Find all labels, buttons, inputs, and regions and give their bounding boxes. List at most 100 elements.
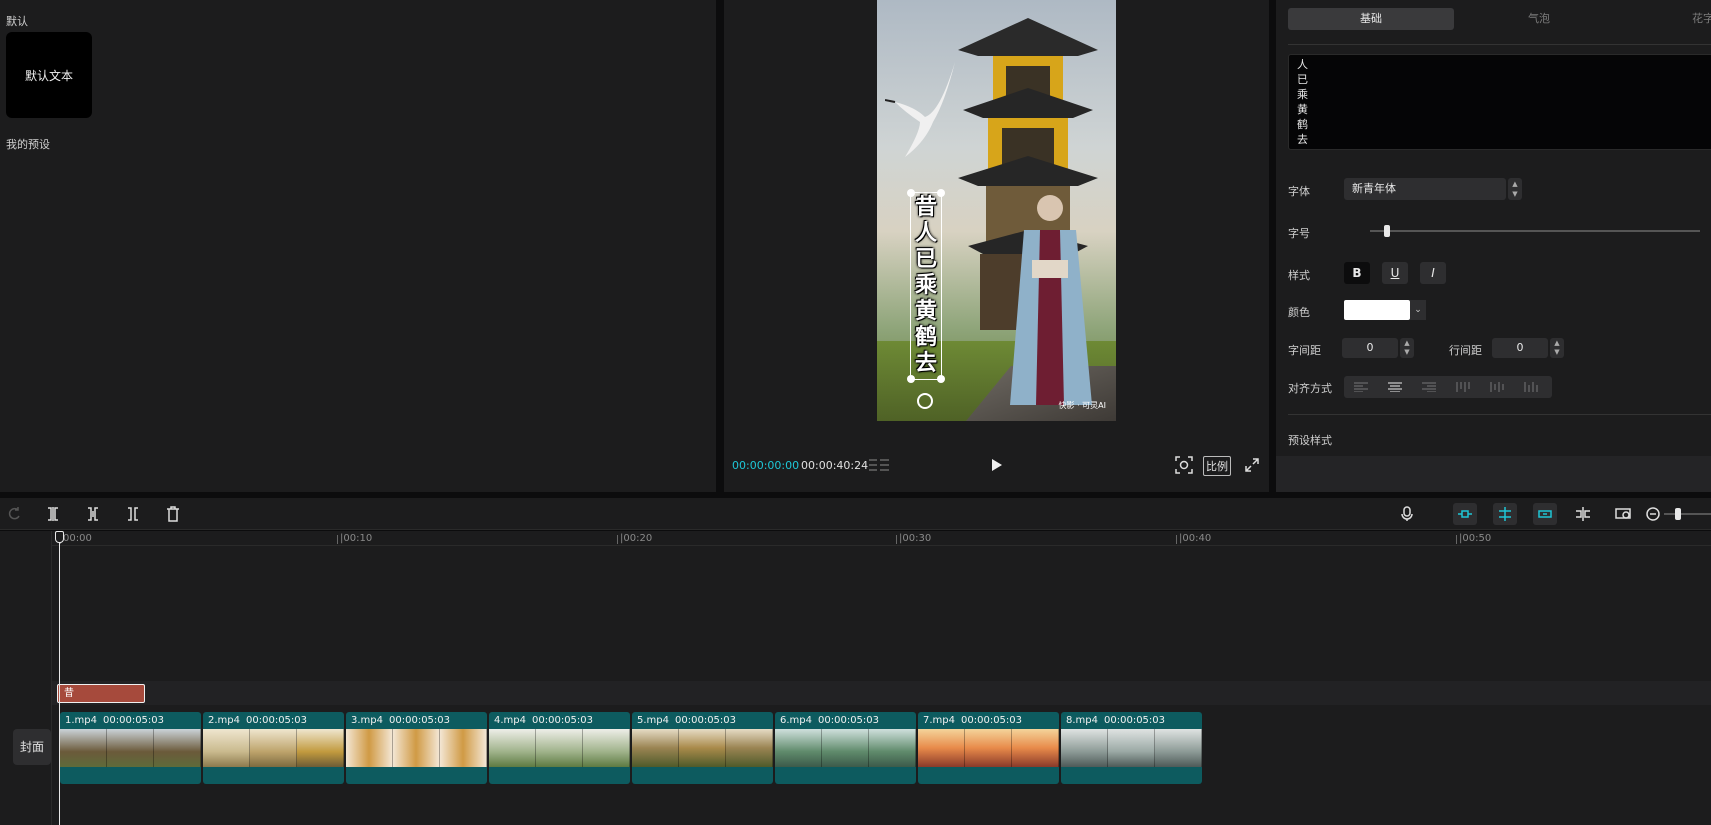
preset-style-label[interactable]: 预设样式	[1288, 432, 1332, 448]
magnet-toggle[interactable]	[1453, 503, 1477, 525]
player-panel: 昔人已乘黄鹤去 快影 · 可灵AI 00:00:00:00 00:00:40:2…	[724, 0, 1269, 492]
video-clip[interactable]: 1.mp4 00:00:05:03	[60, 712, 201, 784]
italic-button[interactable]: I	[1420, 262, 1446, 284]
preset-default-text-card[interactable]: 默认文本	[6, 32, 92, 118]
subtitle-text: 昔人已乘黄鹤去	[914, 195, 937, 376]
clip-name: 7.mp4	[923, 715, 955, 726]
vertical-align-bottom-icon[interactable]	[1524, 382, 1538, 392]
list-icon[interactable]	[869, 458, 889, 472]
text-content-input[interactable]: 人已乘黄鹤去	[1288, 54, 1711, 150]
text-content-value: 人已乘黄鹤去	[1297, 58, 1308, 146]
vertical-align-middle-icon[interactable]	[1490, 382, 1504, 392]
align-center-icon[interactable]	[1388, 382, 1402, 392]
align-options	[1344, 376, 1552, 398]
ruler-tick: 00:00	[60, 533, 92, 544]
color-swatch[interactable]	[1344, 300, 1410, 320]
size-slider-track[interactable]	[1370, 230, 1700, 232]
video-clip[interactable]: 8.mp4 00:00:05:03	[1061, 712, 1202, 784]
chevron-down-icon[interactable]: ⌄	[1410, 300, 1426, 320]
tab-bubble[interactable]: 气泡	[1456, 8, 1622, 30]
letter-spacing-label: 字间距	[1288, 344, 1321, 357]
resize-handle[interactable]	[937, 189, 945, 197]
color-label: 颜色	[1288, 306, 1310, 319]
zoom-out-icon[interactable]	[1645, 506, 1661, 522]
divider	[1288, 44, 1711, 45]
rotate-icon[interactable]	[917, 393, 933, 409]
ruler-tick: |00:20	[617, 533, 652, 544]
clip-thumbnails	[60, 729, 201, 767]
cover-button[interactable]: 封面	[13, 729, 51, 765]
preview-axis-icon[interactable]	[1615, 506, 1631, 522]
size-slider-thumb[interactable]	[1383, 225, 1390, 237]
ratio-button[interactable]: 比例	[1203, 456, 1231, 476]
redo-icon[interactable]	[6, 506, 22, 522]
video-clip[interactable]: 6.mp4 00:00:05:03	[775, 712, 916, 784]
video-clip[interactable]: 7.mp4 00:00:05:03	[918, 712, 1059, 784]
linkage-toggle[interactable]	[1533, 503, 1557, 525]
letter-spacing-stepper[interactable]: ▲ ▼	[1400, 338, 1414, 358]
watermark: 快影 · 可灵AI	[1058, 401, 1106, 410]
clip-duration: 00:00:05:03	[389, 715, 451, 726]
underline-button[interactable]: U	[1382, 262, 1408, 284]
clip-thumbnails	[632, 729, 773, 767]
text-inspector-panel: 基础 气泡 花字 人已乘黄鹤去 字体 新青年体 ▲ ▼ 字号 样式 B U I 颜…	[1276, 0, 1711, 492]
clip-name: 5.mp4	[637, 715, 669, 726]
clip-thumbnails	[489, 729, 630, 767]
fit-screen-icon[interactable]	[1175, 456, 1193, 474]
tab-fancy-text[interactable]: 花字	[1623, 8, 1711, 30]
ruler-tick: |00:30	[896, 533, 931, 544]
line-spacing-input[interactable]: 0	[1492, 338, 1548, 358]
subtitle-selection-box[interactable]: 昔人已乘黄鹤去	[907, 189, 945, 383]
style-label: 样式	[1288, 269, 1310, 282]
ruler-tick: |00:50	[1456, 533, 1491, 544]
clip-name: 3.mp4	[351, 715, 383, 726]
zoom-slider-thumb[interactable]	[1675, 508, 1681, 520]
align-left-icon[interactable]	[1354, 382, 1368, 392]
split-icon[interactable]	[45, 506, 61, 522]
resize-handle[interactable]	[907, 375, 915, 383]
zoom-slider-track[interactable]	[1664, 513, 1711, 515]
timeline-area: 封面 00:00 |00:10 |00:20 |00:30 |00:40 |00…	[0, 531, 1711, 825]
split-preview-icon[interactable]	[1575, 506, 1591, 522]
ruler	[52, 545, 1711, 546]
section-my-presets-title: 我的预设	[6, 138, 50, 151]
text-presets-panel: 默认 默认文本 我的预设	[0, 0, 716, 492]
playhead[interactable]	[59, 531, 60, 825]
vertical-align-top-icon[interactable]	[1456, 382, 1470, 392]
track-headers: 封面	[0, 531, 52, 825]
clip-thumbnails	[1061, 729, 1202, 767]
video-clip[interactable]: 5.mp4 00:00:05:03	[632, 712, 773, 784]
trim-right-icon[interactable]	[125, 506, 141, 522]
resize-handle[interactable]	[907, 189, 915, 197]
clip-name: 1.mp4	[65, 715, 97, 726]
letter-spacing-input[interactable]: 0	[1342, 338, 1398, 358]
font-stepper[interactable]: ▲ ▼	[1508, 178, 1522, 200]
video-clip[interactable]: 2.mp4 00:00:05:03	[203, 712, 344, 784]
timeline-toolbar	[0, 498, 1711, 530]
video-clip[interactable]: 3.mp4 00:00:05:03	[346, 712, 487, 784]
video-preview[interactable]: 昔人已乘黄鹤去 快影 · 可灵AI	[877, 0, 1116, 421]
line-spacing-stepper[interactable]: ▲ ▼	[1550, 338, 1564, 358]
microphone-icon[interactable]	[1399, 506, 1415, 522]
text-clip[interactable]: 昔	[57, 684, 145, 703]
auto-snap-toggle[interactable]	[1493, 503, 1517, 525]
clip-duration: 00:00:05:03	[103, 715, 165, 726]
bold-button[interactable]: B	[1344, 262, 1370, 284]
clip-duration: 00:00:05:03	[532, 715, 594, 726]
line-spacing-label: 行间距	[1449, 344, 1482, 357]
trim-left-icon[interactable]	[85, 506, 101, 522]
playhead-handle[interactable]	[55, 531, 64, 543]
resize-handle[interactable]	[937, 375, 945, 383]
delete-icon[interactable]	[165, 506, 181, 522]
video-clip[interactable]: 4.mp4 00:00:05:03	[489, 712, 630, 784]
clip-name: 8.mp4	[1066, 715, 1098, 726]
fullscreen-icon[interactable]	[1245, 458, 1259, 472]
ruler-tick: |00:40	[1176, 533, 1211, 544]
align-right-icon[interactable]	[1422, 382, 1436, 392]
clip-thumbnails	[775, 729, 916, 767]
clip-name: 4.mp4	[494, 715, 526, 726]
play-icon[interactable]	[989, 458, 1003, 472]
divider	[1288, 414, 1711, 415]
font-select[interactable]: 新青年体	[1344, 178, 1506, 200]
tab-basic[interactable]: 基础	[1288, 8, 1454, 30]
